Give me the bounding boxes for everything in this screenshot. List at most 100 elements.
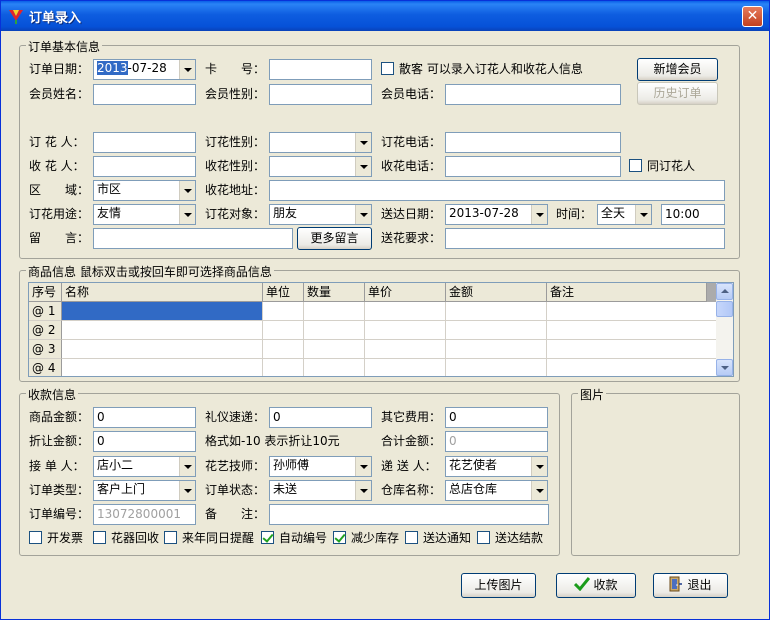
col-header-qty[interactable]: 数量 — [304, 283, 365, 302]
cell-price[interactable] — [365, 359, 446, 376]
cell-price[interactable] — [365, 302, 446, 321]
address-input[interactable] — [269, 180, 725, 201]
vase-recycle-checkbox[interactable]: 花器回收 — [93, 531, 159, 547]
order-status-select[interactable]: 未送 — [269, 480, 372, 501]
order-date-picker[interactable]: 2013-07-28 — [93, 59, 196, 80]
table-row[interactable]: @ 1 — [29, 302, 717, 321]
area-select[interactable]: 市区 — [93, 180, 196, 201]
order-taker-select[interactable]: 店小二 — [93, 456, 196, 477]
chevron-down-icon[interactable] — [355, 481, 371, 500]
chevron-down-icon[interactable] — [531, 481, 547, 500]
delivery-payment-checkbox[interactable]: 送达结款 — [477, 531, 543, 547]
checkbox-box-checked[interactable] — [333, 531, 346, 544]
cell-qty[interactable] — [304, 359, 365, 376]
col-header-remark[interactable]: 备注 — [547, 283, 707, 302]
chevron-down-icon[interactable] — [635, 205, 651, 224]
goods-grid-scrollbar[interactable] — [716, 283, 733, 376]
chevron-down-icon[interactable] — [179, 481, 195, 500]
orderer-gender-select[interactable] — [269, 132, 372, 153]
col-header-name[interactable]: 名称 — [62, 283, 263, 302]
cell-amount[interactable] — [446, 340, 547, 359]
chevron-down-icon[interactable] — [179, 205, 195, 224]
cell-name[interactable] — [62, 302, 263, 321]
requirement-input[interactable] — [445, 228, 725, 249]
cell-remark[interactable] — [547, 340, 717, 359]
upload-picture-button[interactable]: 上传图片 — [461, 573, 536, 598]
walkin-checkbox-box[interactable] — [381, 62, 394, 75]
auto-number-checkbox[interactable]: 自动编号 — [261, 531, 327, 547]
cell-unit[interactable] — [263, 302, 304, 321]
time-select[interactable]: 全天 — [597, 204, 652, 225]
cell-unit[interactable] — [263, 340, 304, 359]
receiver-input[interactable] — [93, 156, 196, 177]
scroll-up-button[interactable] — [716, 283, 733, 300]
collect-payment-button[interactable]: 收款 — [556, 573, 636, 598]
reduce-stock-checkbox[interactable]: 减少库存 — [333, 531, 399, 547]
chevron-down-icon[interactable] — [531, 457, 547, 476]
chevron-down-icon[interactable] — [531, 205, 547, 224]
table-row[interactable]: @ 2 — [29, 321, 717, 340]
time-input[interactable]: 10:00 — [661, 204, 725, 225]
scroll-down-button[interactable] — [716, 359, 733, 376]
col-header-amount[interactable]: 金额 — [446, 283, 547, 302]
remark-input[interactable] — [269, 504, 549, 525]
warehouse-select[interactable]: 总店仓库 — [445, 480, 548, 501]
table-row[interactable]: @ 4 — [29, 359, 717, 376]
checkbox-box[interactable] — [405, 531, 418, 544]
cell-price[interactable] — [365, 340, 446, 359]
col-header-price[interactable]: 单价 — [365, 283, 446, 302]
card-no-input[interactable] — [269, 59, 372, 80]
discount-input[interactable]: 0 — [93, 431, 196, 452]
delivery-notice-checkbox[interactable]: 送达通知 — [405, 531, 471, 547]
scroll-thumb[interactable] — [716, 301, 733, 317]
gift-delivery-input[interactable]: 0 — [269, 407, 372, 428]
chevron-down-icon[interactable] — [355, 133, 371, 152]
member-gender-input[interactable] — [269, 84, 372, 105]
history-orders-button[interactable]: 历史订单 — [637, 82, 718, 105]
cell-unit[interactable] — [263, 359, 304, 376]
cell-amount[interactable] — [446, 321, 547, 340]
cell-remark[interactable] — [547, 321, 717, 340]
delivery-date-picker[interactable]: 2013-07-28 — [445, 204, 548, 225]
checkbox-box[interactable] — [29, 531, 42, 544]
chevron-down-icon[interactable] — [179, 60, 195, 79]
cell-name[interactable] — [62, 340, 263, 359]
chevron-down-icon[interactable] — [179, 457, 195, 476]
cell-qty[interactable] — [304, 302, 365, 321]
member-phone-input[interactable] — [445, 84, 621, 105]
receiver-phone-input[interactable] — [445, 156, 621, 177]
orderer-input[interactable] — [93, 132, 196, 153]
new-member-button[interactable]: 新增会员 — [637, 58, 718, 81]
checkbox-box-checked[interactable] — [261, 531, 274, 544]
chevron-down-icon[interactable] — [179, 181, 195, 200]
cell-amount[interactable] — [446, 302, 547, 321]
same-as-orderer-box[interactable] — [629, 159, 642, 172]
checkbox-box[interactable] — [477, 531, 490, 544]
same-as-orderer-checkbox[interactable]: 同订花人 — [629, 159, 695, 175]
walkin-checkbox[interactable]: 散客 可以录入订花人和收花人信息 — [381, 62, 583, 78]
goods-grid[interactable]: 序号 名称 单位 数量 单价 金额 备注 @ 1 @ 2 @ 3 @ 4 — [28, 282, 734, 377]
checkbox-box[interactable] — [93, 531, 106, 544]
checkbox-box[interactable] — [164, 531, 177, 544]
chevron-down-icon[interactable] — [355, 457, 371, 476]
exit-button[interactable]: 退出 — [653, 573, 728, 598]
cell-name[interactable] — [62, 321, 263, 340]
col-header-unit[interactable]: 单位 — [263, 283, 304, 302]
florist-select[interactable]: 孙师傅 — [269, 456, 372, 477]
table-row[interactable]: @ 3 — [29, 340, 717, 359]
member-name-input[interactable] — [93, 84, 196, 105]
more-message-button[interactable]: 更多留言 — [297, 227, 372, 250]
cell-remark[interactable] — [547, 359, 717, 376]
cell-price[interactable] — [365, 321, 446, 340]
purpose-select[interactable]: 友情 — [93, 204, 196, 225]
title-bar[interactable]: 订单录入 ✕ — [1, 1, 769, 31]
courier-select[interactable]: 花艺使者 — [445, 456, 548, 477]
receiver-gender-select[interactable] — [269, 156, 372, 177]
orderer-phone-input[interactable] — [445, 132, 621, 153]
goods-amount-input[interactable]: 0 — [93, 407, 196, 428]
cell-amount[interactable] — [446, 359, 547, 376]
invoice-checkbox[interactable]: 开发票 — [29, 531, 83, 547]
cell-remark[interactable] — [547, 302, 717, 321]
close-button[interactable]: ✕ — [742, 6, 763, 27]
cell-qty[interactable] — [304, 340, 365, 359]
